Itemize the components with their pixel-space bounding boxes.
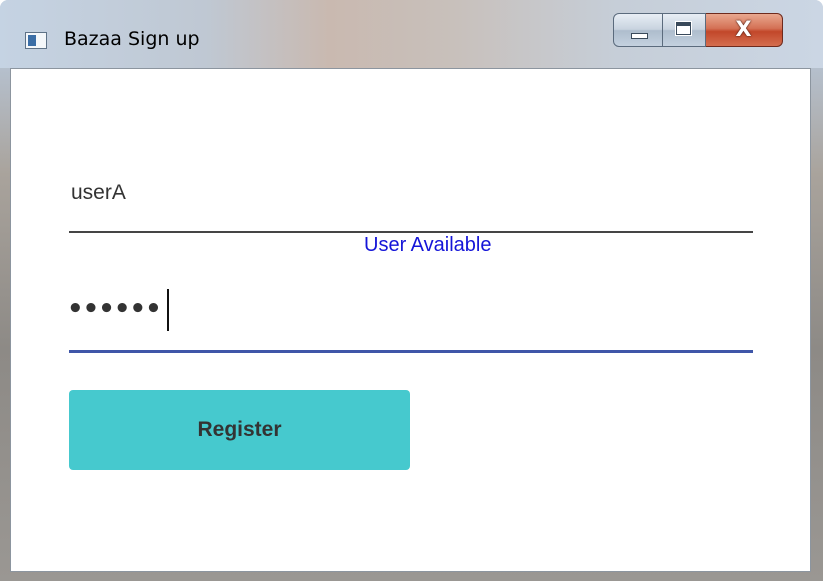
password-input[interactable]: •••••• <box>67 294 162 324</box>
maximize-button[interactable] <box>663 13 706 47</box>
username-input[interactable]: userA <box>71 181 126 205</box>
username-underline <box>69 231 753 233</box>
app-window: Bazaa Sign up X userA User Available •••… <box>0 0 823 581</box>
text-caret <box>167 289 169 331</box>
minimize-icon <box>631 33 648 39</box>
close-button[interactable]: X <box>706 13 783 47</box>
signup-form: userA User Available •••••• Register <box>10 68 811 572</box>
app-window-icon[interactable] <box>25 32 47 49</box>
availability-message: User Available <box>364 234 492 256</box>
password-underline <box>69 350 753 353</box>
app-icon-pane <box>28 35 36 46</box>
window-title: Bazaa Sign up <box>64 28 200 50</box>
title-bar[interactable]: Bazaa Sign up X <box>0 0 823 68</box>
maximize-icon <box>675 21 692 36</box>
minimize-button[interactable] <box>613 13 663 47</box>
close-icon: X <box>735 17 752 41</box>
window-controls: X <box>613 13 783 47</box>
register-button[interactable]: Register <box>69 390 410 470</box>
